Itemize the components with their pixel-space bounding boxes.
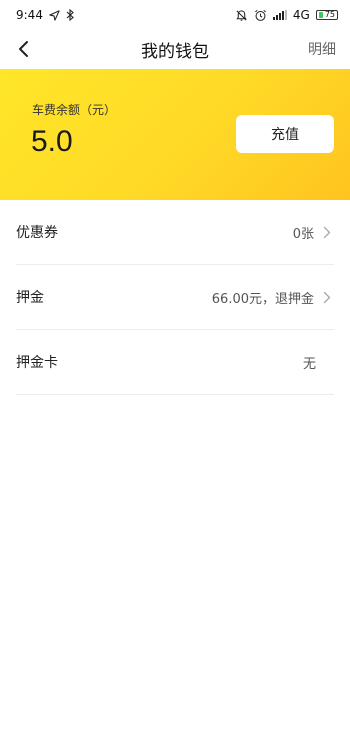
status-bar: 9:44 4G 75 [0, 0, 350, 30]
chevron-right-icon [320, 226, 334, 239]
deposit-card-value: 无 [302, 356, 316, 372]
wallet-list: 优惠券 0张 押金 66.00元，退押金 押金卡 无 [0, 200, 350, 395]
page-title: 我的钱包 [141, 41, 209, 62]
recharge-button[interactable]: 充值 [236, 115, 334, 153]
back-button[interactable] [8, 34, 38, 64]
details-link[interactable]: 明细 [308, 39, 336, 59]
chevron-left-icon [19, 41, 28, 57]
network-type: 4G [292, 8, 310, 22]
deposit-card-right: 无 [303, 353, 334, 372]
status-right: 4G 75 [235, 8, 338, 22]
balance-value: 5.0 [31, 125, 73, 158]
bluetooth-icon [66, 9, 74, 21]
balance-card: 车费余额（元） 5.0 充值 [0, 69, 350, 200]
coupon-label: 优惠券 [16, 225, 58, 241]
coupon-row[interactable]: 优惠券 0张 [16, 200, 334, 265]
alarm-clock-icon [254, 9, 267, 22]
deposit-right: 66.00元，退押金 [212, 288, 334, 307]
chevron-right-icon [320, 291, 334, 304]
coupon-value: 0张 [292, 226, 314, 242]
battery-level: 75 [324, 10, 335, 19]
deposit-value: 66.00元，退押金 [211, 291, 314, 307]
balance-label: 车费余额（元） [32, 103, 117, 117]
battery-icon: 75 [315, 10, 338, 20]
status-time: 9:44 [16, 8, 43, 22]
coupon-right: 0张 [293, 223, 334, 242]
deposit-row[interactable]: 押金 66.00元，退押金 [16, 265, 334, 330]
battery-fill [318, 12, 323, 18]
navigation-bar: 我的钱包 明细 [0, 30, 350, 68]
deposit-card-label: 押金卡 [16, 355, 58, 371]
signal-icon [272, 10, 287, 20]
deposit-card-row[interactable]: 押金卡 无 [16, 330, 334, 395]
mute-notification-icon [235, 9, 248, 22]
deposit-label: 押金 [16, 290, 44, 306]
location-arrow-icon [49, 9, 60, 21]
status-left: 9:44 [16, 8, 74, 22]
